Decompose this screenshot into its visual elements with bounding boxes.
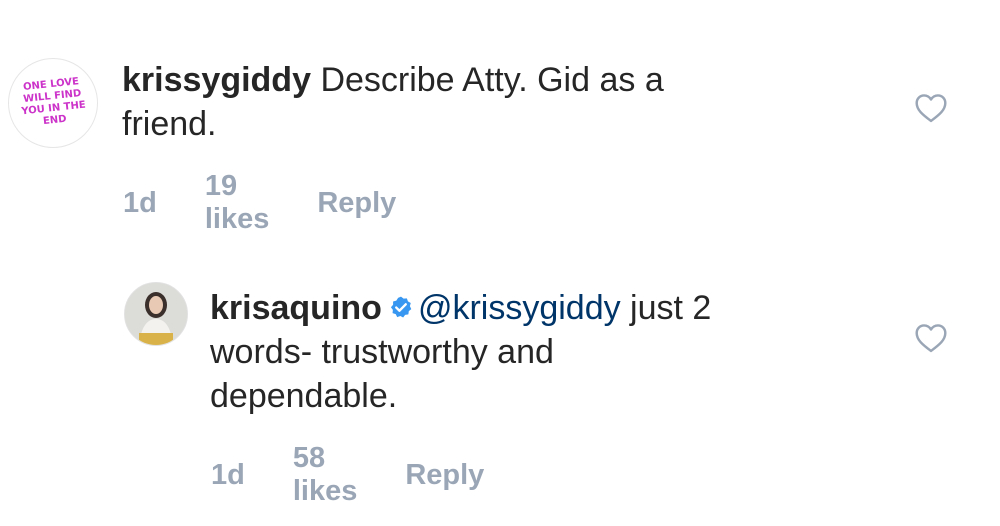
comment-username[interactable]: krisaquino: [210, 289, 382, 327]
comment-username[interactable]: krissygiddy: [122, 61, 311, 99]
comment-body: krisaquino @krissygiddy just 2 words- tr…: [210, 286, 890, 418]
comment-body: krissygiddy Describe Atty. Gid as a frie…: [122, 58, 822, 146]
comment-text-line: just 2: [620, 289, 712, 327]
comment-text-line: Describe Atty. Gid as a: [320, 61, 664, 99]
heart-icon[interactable]: [914, 93, 948, 123]
comment-meta: 1d 19 likes Reply: [123, 170, 444, 236]
comment-text-line: words- trustworthy and: [210, 333, 554, 371]
comment-time: 1d: [123, 186, 157, 219]
reply-button[interactable]: Reply: [405, 459, 484, 492]
comment-time: 1d: [211, 458, 245, 491]
avatar[interactable]: [124, 282, 188, 346]
comment-text-line: friend.: [122, 105, 217, 143]
comment-likes-count[interactable]: 19 likes: [205, 170, 270, 236]
reply-button[interactable]: Reply: [317, 187, 396, 220]
avatar[interactable]: One love will find you in the end: [8, 58, 98, 148]
verified-badge-icon: [390, 296, 412, 318]
mention-link[interactable]: @krissygiddy: [418, 289, 621, 327]
avatar-art: One love will find you in the end: [20, 76, 87, 128]
avatar-photo: [125, 283, 187, 345]
comment-meta: 1d 58 likes Reply: [211, 442, 532, 508]
heart-icon[interactable]: [914, 323, 948, 353]
comment-likes-count[interactable]: 58 likes: [293, 442, 358, 508]
comment-text-line: dependable.: [210, 377, 398, 415]
